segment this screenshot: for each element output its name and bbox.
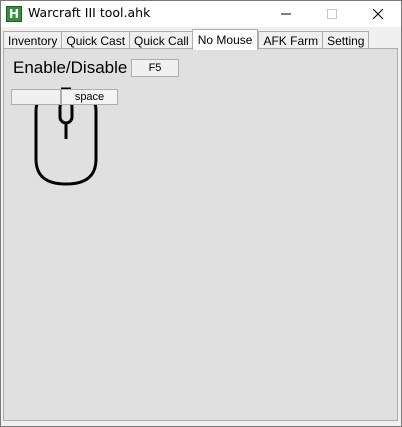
- tab-quick-cast[interactable]: Quick Cast: [61, 31, 131, 49]
- app-window: H Warcraft III tool.ahk Inventory Quick …: [0, 0, 402, 427]
- tab-afk-farm[interactable]: AFK Farm: [258, 31, 324, 49]
- left-click-hotkey-field[interactable]: [11, 89, 61, 105]
- title-bar[interactable]: H Warcraft III tool.ahk: [1, 1, 401, 27]
- tab-no-mouse[interactable]: No Mouse: [191, 29, 259, 50]
- window-title: Warcraft III tool.ahk: [28, 5, 151, 20]
- minimize-button[interactable]: [263, 1, 309, 27]
- tab-panel-no-mouse: Enable/Disable F5 space: [3, 48, 398, 421]
- tab-bar: Inventory Quick Cast Quick Call No Mouse…: [3, 29, 370, 50]
- minimize-icon: [281, 13, 291, 15]
- enable-disable-label: Enable/Disable: [13, 58, 128, 77]
- tab-setting[interactable]: Setting: [322, 31, 370, 49]
- tab-quick-call[interactable]: Quick Call: [129, 31, 194, 49]
- autohotkey-icon: H: [6, 6, 22, 22]
- close-icon: [373, 9, 383, 19]
- maximize-icon: [327, 9, 337, 19]
- close-button[interactable]: [355, 1, 401, 27]
- tab-inventory[interactable]: Inventory: [3, 31, 63, 49]
- client-area: Inventory Quick Cast Quick Call No Mouse…: [1, 27, 401, 426]
- middle-click-hotkey-field[interactable]: space: [61, 89, 118, 105]
- enable-hotkey-field[interactable]: F5: [131, 59, 179, 77]
- maximize-button[interactable]: [309, 1, 355, 27]
